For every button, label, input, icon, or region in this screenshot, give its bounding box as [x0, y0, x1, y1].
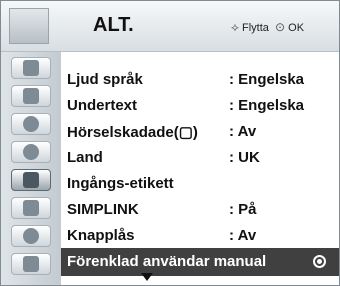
page-title: ALT.: [93, 14, 134, 36]
menu-item-subtitle[interactable]: Undertext : Engelska: [61, 92, 339, 120]
option-icon[interactable]: [11, 169, 51, 191]
screen-icon[interactable]: [11, 85, 51, 107]
menu-item-label: Ingångs-etikett: [67, 175, 174, 192]
menu-item-value: : Av: [229, 123, 257, 140]
menu-item-value: : Engelska: [229, 97, 305, 114]
menu-list: Ljud språk : Engelska Undertext : Engels…: [61, 52, 339, 285]
menu-item-label: Ljud språk: [67, 71, 143, 88]
lock-icon[interactable]: [11, 197, 51, 219]
ok-icon: ⊙: [275, 20, 286, 34]
scroll-down-icon[interactable]: [141, 273, 153, 281]
menu-item-label: SIMPLINK: [67, 201, 139, 218]
menu-item-simplink[interactable]: SIMPLINK : På: [61, 196, 339, 224]
menu-item-country[interactable]: Land : UK: [61, 144, 339, 172]
time-icon[interactable]: [11, 141, 51, 163]
menu-item-label: Land: [67, 149, 103, 166]
menu-item-label: Hörselskadade(▢): [67, 124, 198, 141]
menu-item-value: : På: [229, 201, 257, 218]
menu-item-value: : Av: [229, 227, 257, 244]
usb-icon[interactable]: [11, 253, 51, 275]
option-icon: [9, 8, 49, 44]
menu-item-hearing-impaired[interactable]: Hörselskadade(▢) : Av: [61, 118, 339, 146]
menu-item-simple-manual[interactable]: Förenklad användar manual: [61, 248, 339, 276]
menu-item-key-lock[interactable]: Knapplås : Av: [61, 222, 339, 250]
input-icon[interactable]: [11, 225, 51, 247]
menu-window: ALT. ⟡ Flytta ⊙ OK Ljud språk : Engelska…: [0, 0, 340, 286]
menu-item-audio-language[interactable]: Ljud språk : Engelska: [61, 66, 339, 94]
sidebar: [1, 52, 62, 285]
menu-item-label: Förenklad användar manual: [67, 253, 267, 270]
menu-item-value: : UK: [229, 149, 260, 166]
menu-item-input-label[interactable]: Ingångs-etikett: [61, 170, 339, 198]
move-label: Flytta: [242, 22, 269, 34]
ok-label: OK: [288, 22, 305, 34]
menu-item-value: : Engelska: [229, 71, 305, 88]
picture-icon[interactable]: [11, 57, 51, 79]
move-arrows-icon: ⟡: [231, 20, 239, 34]
enter-icon: [313, 255, 326, 268]
navigation-hint: ⟡ Flytta ⊙ OK: [231, 20, 304, 35]
menu-header: ALT. ⟡ Flytta ⊙ OK: [1, 1, 339, 52]
menu-item-label: Undertext: [67, 97, 138, 114]
menu-item-label: Knapplås: [67, 227, 135, 244]
audio-icon[interactable]: [11, 113, 51, 135]
